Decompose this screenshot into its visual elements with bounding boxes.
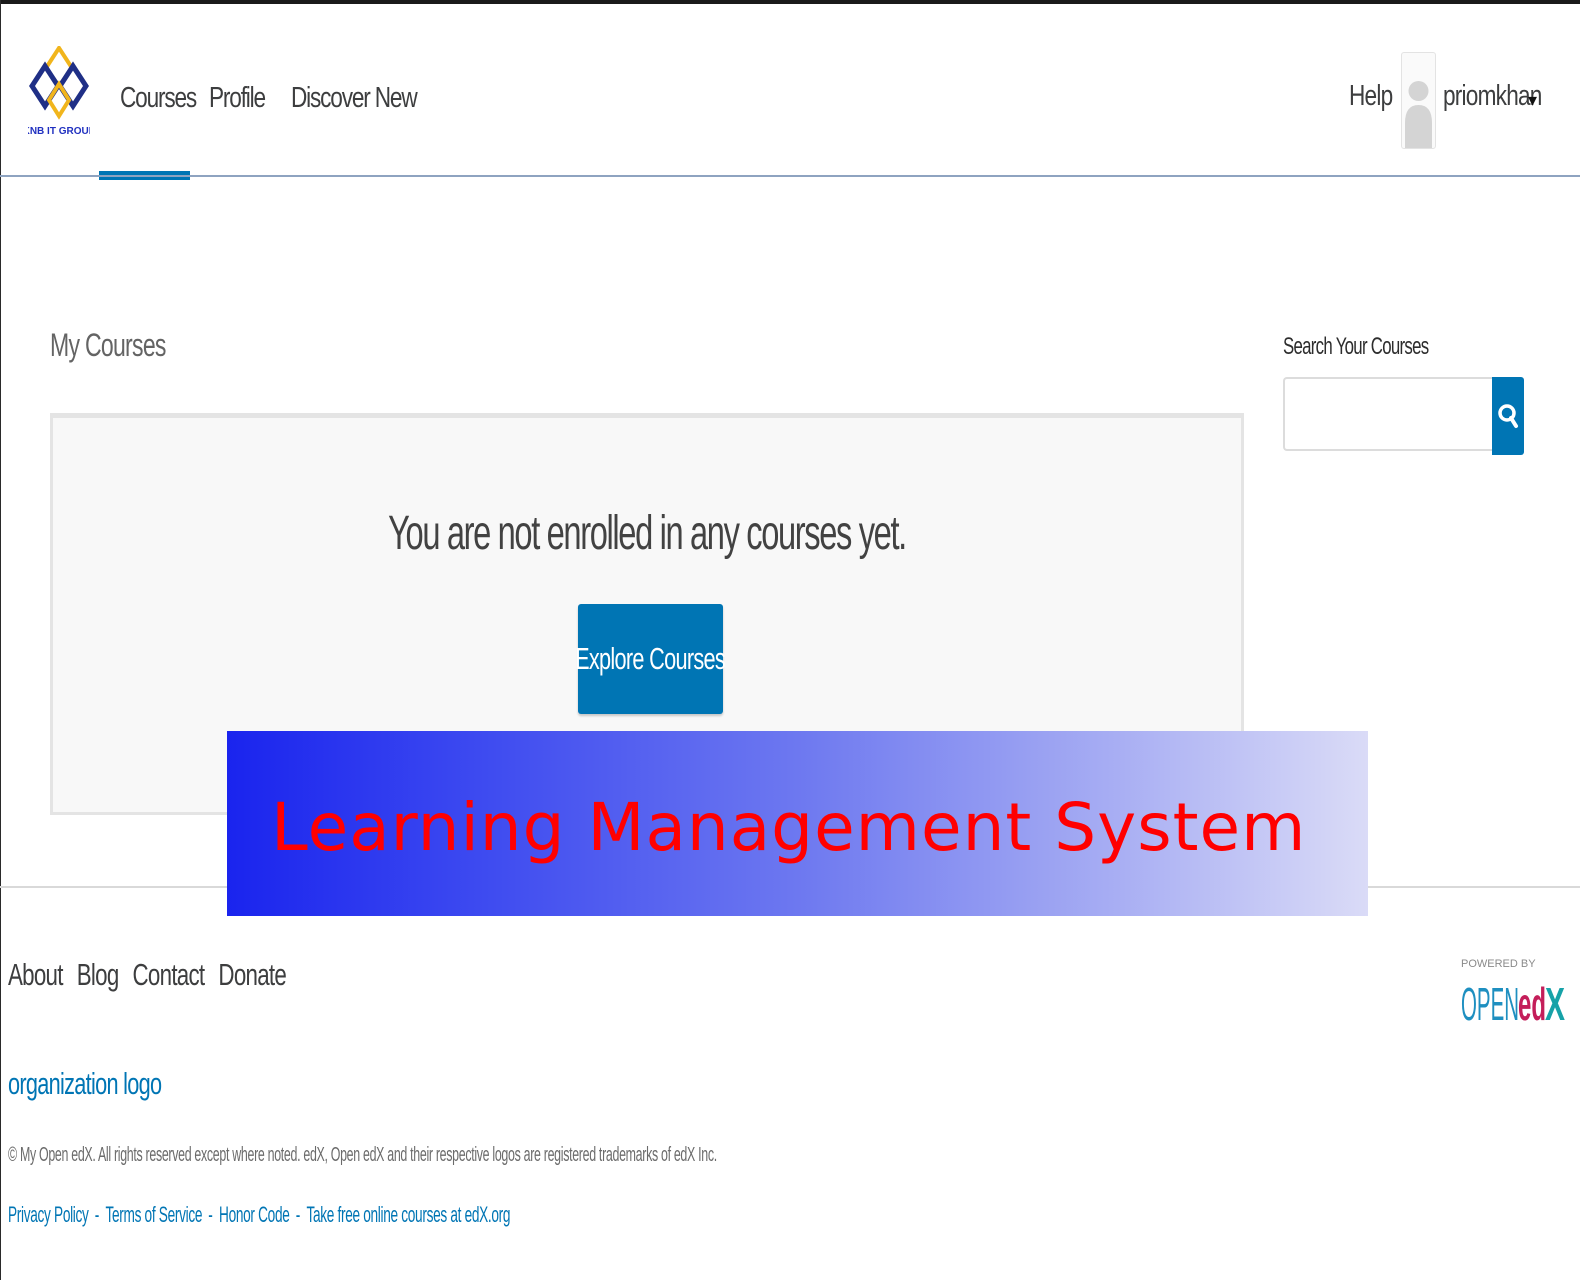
empty-state-message: You are not enrolled in any courses yet. — [388, 507, 907, 560]
knb-it-group-logo[interactable]: KNB IT GROUP — [28, 46, 90, 138]
copyright-text: © My Open edX. All rights reserved excep… — [8, 1144, 717, 1166]
powered-by-open-edx-logo[interactable]: POWERED BY OPEN ed X — [1461, 956, 1569, 1030]
footer-link-contact[interactable]: Contact — [133, 957, 206, 992]
chevron-down-icon[interactable]: ▾ — [1528, 90, 1537, 111]
brand-x: X — [1545, 978, 1565, 1030]
brand-ed: ed — [1518, 978, 1546, 1030]
header-divider — [0, 175, 1580, 177]
nav-profile[interactable]: Profile — [209, 82, 266, 115]
nav-courses[interactable]: Courses — [120, 82, 197, 115]
search-icon — [1498, 404, 1518, 428]
default-user-icon — [1405, 81, 1432, 148]
footer-link-blog[interactable]: Blog — [77, 957, 120, 992]
search-courses-input[interactable] — [1283, 377, 1492, 451]
honor-code-link[interactable]: Honor Code — [219, 1202, 290, 1227]
privacy-policy-link[interactable]: Privacy Policy — [8, 1202, 89, 1227]
logo-text: KNB IT GROUP — [28, 126, 90, 137]
legal-separator: - — [208, 1202, 213, 1227]
site-header: KNB IT GROUP Courses Profile Discover Ne… — [0, 4, 1580, 180]
page-title: My Courses — [50, 327, 166, 363]
legal-separator: - — [94, 1202, 100, 1227]
powered-by-caption: POWERED BY — [1461, 958, 1536, 970]
window-left-border — [0, 0, 1, 1280]
nav-discover-new[interactable]: Discover New — [291, 82, 418, 115]
username-menu[interactable]: priomkhan — [1443, 80, 1542, 113]
edx-courses-link[interactable]: Take free online courses at edX.org — [306, 1202, 510, 1227]
terms-of-service-link[interactable]: Terms of Service — [105, 1202, 202, 1227]
lms-title-banner: Learning Management System — [227, 731, 1368, 916]
legal-links: Privacy Policy - Terms of Service - Honor Co… — [8, 1202, 510, 1228]
footer-link-donate[interactable]: Donate — [218, 957, 286, 992]
legal-separator: - — [295, 1202, 301, 1227]
brand-open: OPEN — [1461, 978, 1519, 1030]
organization-logo-link[interactable]: organization logo — [8, 1066, 162, 1102]
help-link[interactable]: Help — [1349, 80, 1393, 113]
footer-link-about[interactable]: About — [8, 957, 63, 992]
search-label: Search Your Courses — [1283, 333, 1429, 360]
banner-title: Learning Management System — [271, 789, 1307, 866]
user-avatar[interactable] — [1401, 52, 1436, 149]
explore-courses-button[interactable]: Explore Courses — [575, 604, 727, 714]
footer-nav: About Blog Contact Donate — [8, 957, 297, 993]
explore-courses-label: Explore Courses — [575, 641, 727, 676]
search-button[interactable] — [1492, 377, 1524, 455]
